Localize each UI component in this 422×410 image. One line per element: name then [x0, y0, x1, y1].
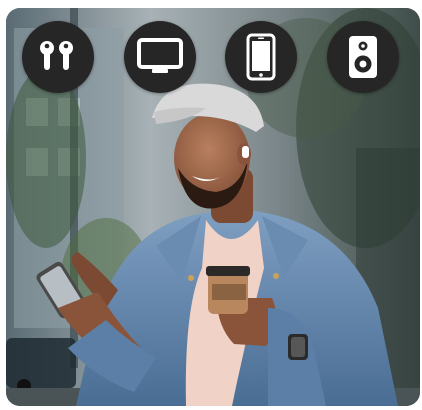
earbuds-icon	[40, 41, 73, 70]
hero-image-card	[6, 8, 420, 406]
phone-button[interactable]	[225, 21, 297, 93]
speaker-button[interactable]	[327, 21, 399, 93]
device-icon-row	[6, 21, 420, 93]
tv-icon	[137, 38, 183, 73]
earbuds-button[interactable]	[22, 21, 94, 93]
speaker-icon	[349, 36, 377, 78]
phone-icon	[246, 33, 276, 81]
tv-button[interactable]	[124, 21, 196, 93]
